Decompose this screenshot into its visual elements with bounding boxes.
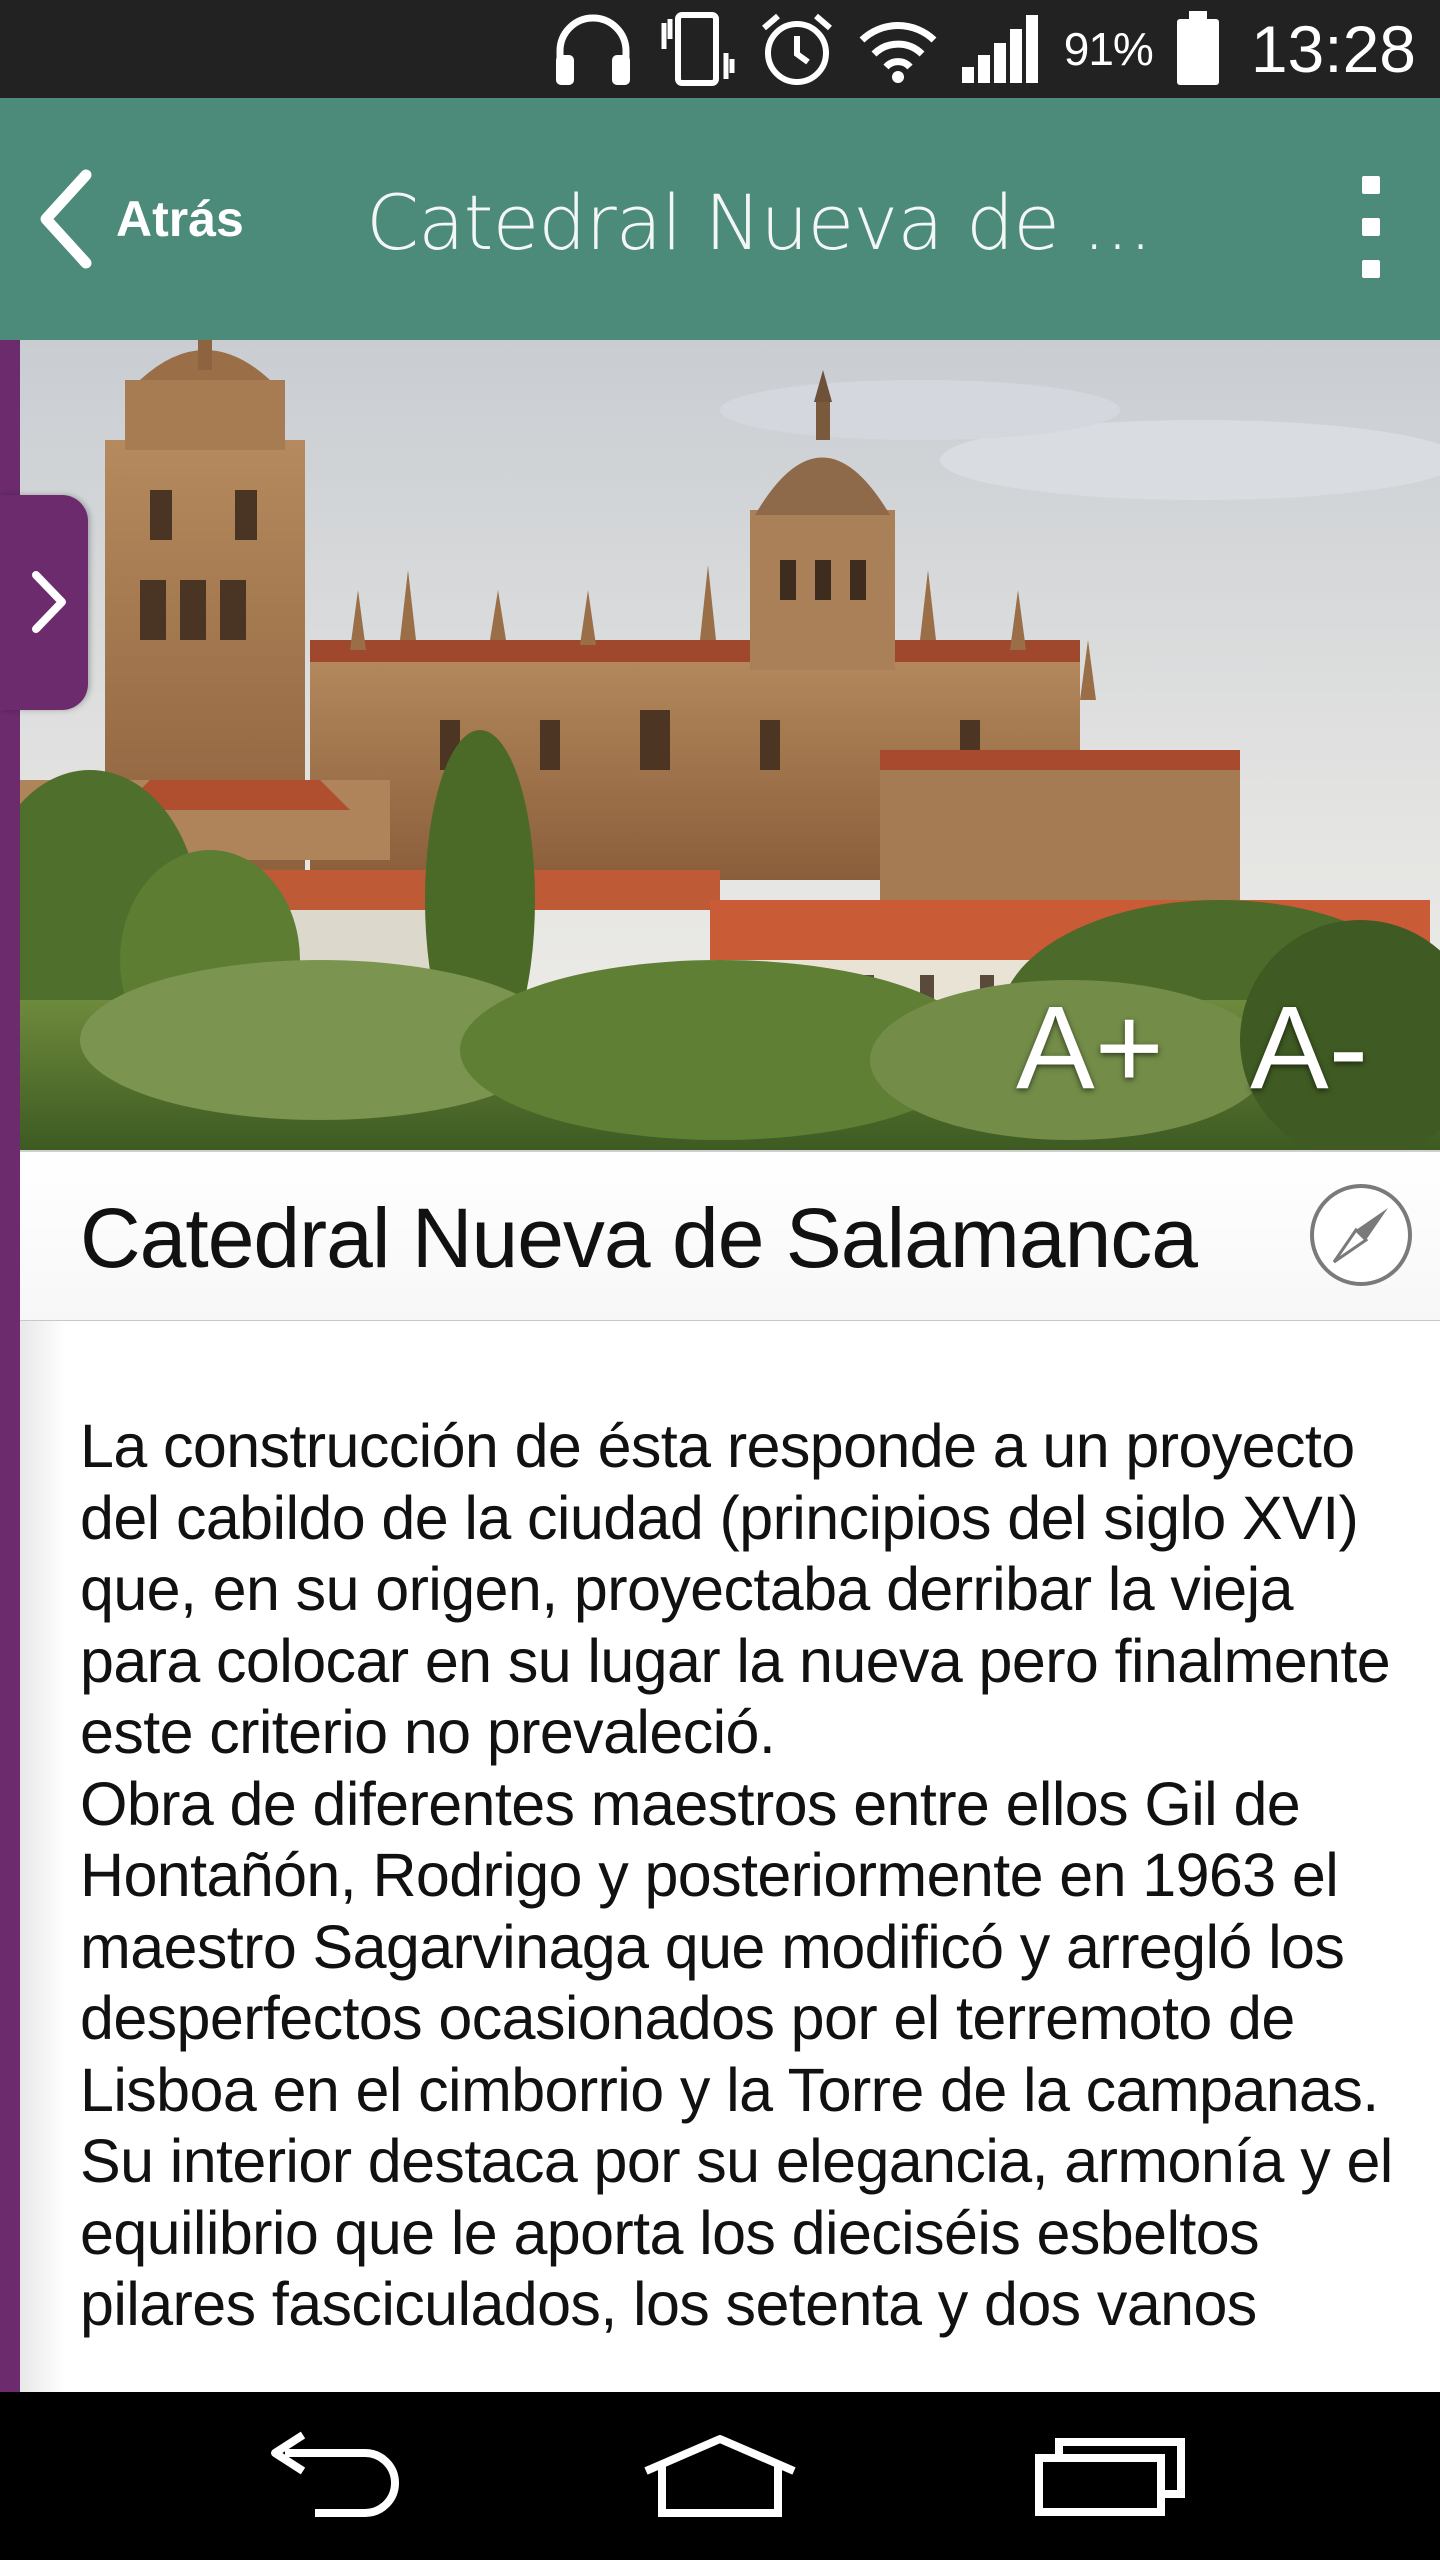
compass-icon[interactable] — [1308, 1182, 1414, 1288]
clock: 13:28 — [1250, 12, 1416, 86]
vibrate-icon — [661, 12, 735, 86]
back-button[interactable]: Atrás — [36, 164, 244, 274]
back-label: Atrás — [116, 191, 244, 247]
chevron-right-icon — [32, 571, 66, 633]
home-icon — [644, 2435, 796, 2517]
place-header: Catedral Nueva de Salamanca — [20, 1150, 1440, 1323]
battery-percent: 91% — [1063, 23, 1154, 75]
font-increase-button[interactable]: A+ — [1016, 980, 1164, 1116]
signal-icon — [961, 15, 1038, 83]
place-title: Catedral Nueva de Salamanca — [80, 1191, 1198, 1285]
drawer-handle[interactable] — [0, 495, 88, 710]
place-description: La construcción de ésta responde a un pr… — [80, 1412, 1393, 2338]
hero-image: A+ A- — [20, 340, 1440, 1150]
more-vert-icon[interactable] — [1340, 174, 1400, 284]
nav-home-button[interactable] — [600, 2392, 840, 2560]
back-arrow-icon — [271, 2431, 399, 2517]
cathedral-photo — [20, 340, 1440, 1150]
chevron-left-icon — [40, 169, 92, 269]
battery-icon — [1176, 11, 1219, 85]
font-decrease-button[interactable]: A- — [1250, 980, 1368, 1116]
recent-apps-icon — [1035, 2438, 1185, 2516]
alarm-icon — [761, 13, 832, 85]
nav-back-button[interactable] — [210, 2392, 450, 2560]
status-bar: 91% 13:28 — [0, 0, 1440, 98]
wifi-icon — [859, 22, 937, 83]
app-bar: Atrás Catedral Nueva de ... — [0, 98, 1440, 340]
nav-recents-button[interactable] — [990, 2392, 1230, 2560]
description-panel[interactable]: La construcción de ésta responde a un pr… — [20, 1321, 1440, 2392]
page-title: Catedral Nueva de ... — [366, 178, 1146, 267]
headphones-icon — [555, 14, 630, 85]
system-nav-bar — [0, 2392, 1440, 2560]
